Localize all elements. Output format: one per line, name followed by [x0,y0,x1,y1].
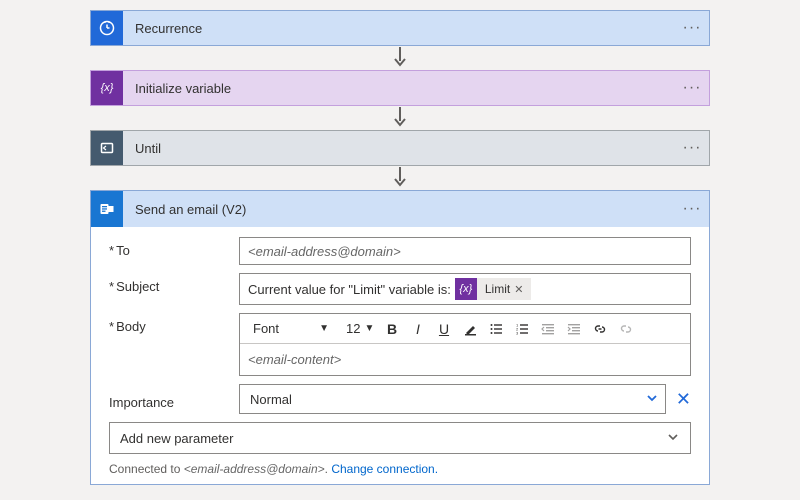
importance-label: Importance [109,389,239,410]
until-icon [91,131,123,165]
variable-icon: {x} [91,71,123,105]
connector-arrow [90,47,710,69]
subject-input[interactable]: Current value for "Limit" variable is: {… [239,273,691,305]
step-menu-button[interactable]: ··· [675,139,709,157]
font-size-select[interactable]: 12▼ [338,317,378,341]
dynamic-token-limit[interactable]: {x} Limit ✕ [455,278,532,300]
step-menu-button[interactable]: ··· [675,200,709,218]
change-connection-link[interactable]: Change connection. [331,462,438,476]
add-parameter-select[interactable]: Add new parameter [109,422,691,454]
remove-parameter-button[interactable]: ✕ [676,389,691,410]
body-placeholder: <email-content> [248,352,341,367]
caret-down-icon: ▼ [364,323,374,334]
bold-button[interactable]: B [380,317,404,341]
step-title: Recurrence [123,21,675,36]
step-until[interactable]: Until ··· [90,130,710,166]
svg-text:3: 3 [516,330,519,335]
chevron-down-icon [666,430,680,447]
to-label: To [109,237,239,258]
step-header[interactable]: Send an email (V2) ··· [91,191,709,227]
link-button[interactable] [588,317,612,341]
outlook-icon [91,191,123,227]
importance-select[interactable]: Normal [239,384,666,414]
numbered-list-button[interactable]: 123 [510,317,534,341]
font-family-select[interactable]: Font▼ [244,317,336,341]
body-editor: Font▼ 12▼ B I U [239,313,691,376]
connector-arrow [90,167,710,189]
indent-button[interactable] [562,317,586,341]
step-title: Send an email (V2) [123,202,675,217]
to-placeholder: <email-address@domain> [248,244,401,259]
body-textarea[interactable]: <email-content> [240,344,690,375]
connector-arrow [90,107,710,129]
italic-button[interactable]: I [406,317,430,341]
step-title: Initialize variable [123,81,675,96]
step-menu-button[interactable]: ··· [675,19,709,37]
subject-label: Subject [109,273,239,294]
token-remove-icon[interactable]: ✕ [514,283,523,296]
step-recurrence[interactable]: Recurrence ··· [90,10,710,46]
outdent-button[interactable] [536,317,560,341]
variable-icon: {x} [455,278,477,300]
font-color-button[interactable] [458,317,482,341]
to-input[interactable]: <email-address@domain> [239,237,691,265]
step-initialize-variable[interactable]: {x} Initialize variable ··· [90,70,710,106]
subject-text: Current value for "Limit" variable is: [248,282,451,297]
rte-toolbar: Font▼ 12▼ B I U [240,314,690,344]
unlink-button[interactable] [614,317,638,341]
underline-button[interactable]: U [432,317,456,341]
recurrence-icon [91,11,123,45]
caret-down-icon: ▼ [319,323,329,334]
token-label: Limit [485,282,510,296]
connection-info: Connected to <email-address@domain>. Cha… [109,462,691,476]
step-menu-button[interactable]: ··· [675,79,709,97]
body-label: Body [109,313,239,334]
chevron-down-icon [645,391,659,408]
step-send-email: Send an email (V2) ··· To <email-address… [90,190,710,485]
bullet-list-button[interactable] [484,317,508,341]
step-title: Until [123,141,675,156]
